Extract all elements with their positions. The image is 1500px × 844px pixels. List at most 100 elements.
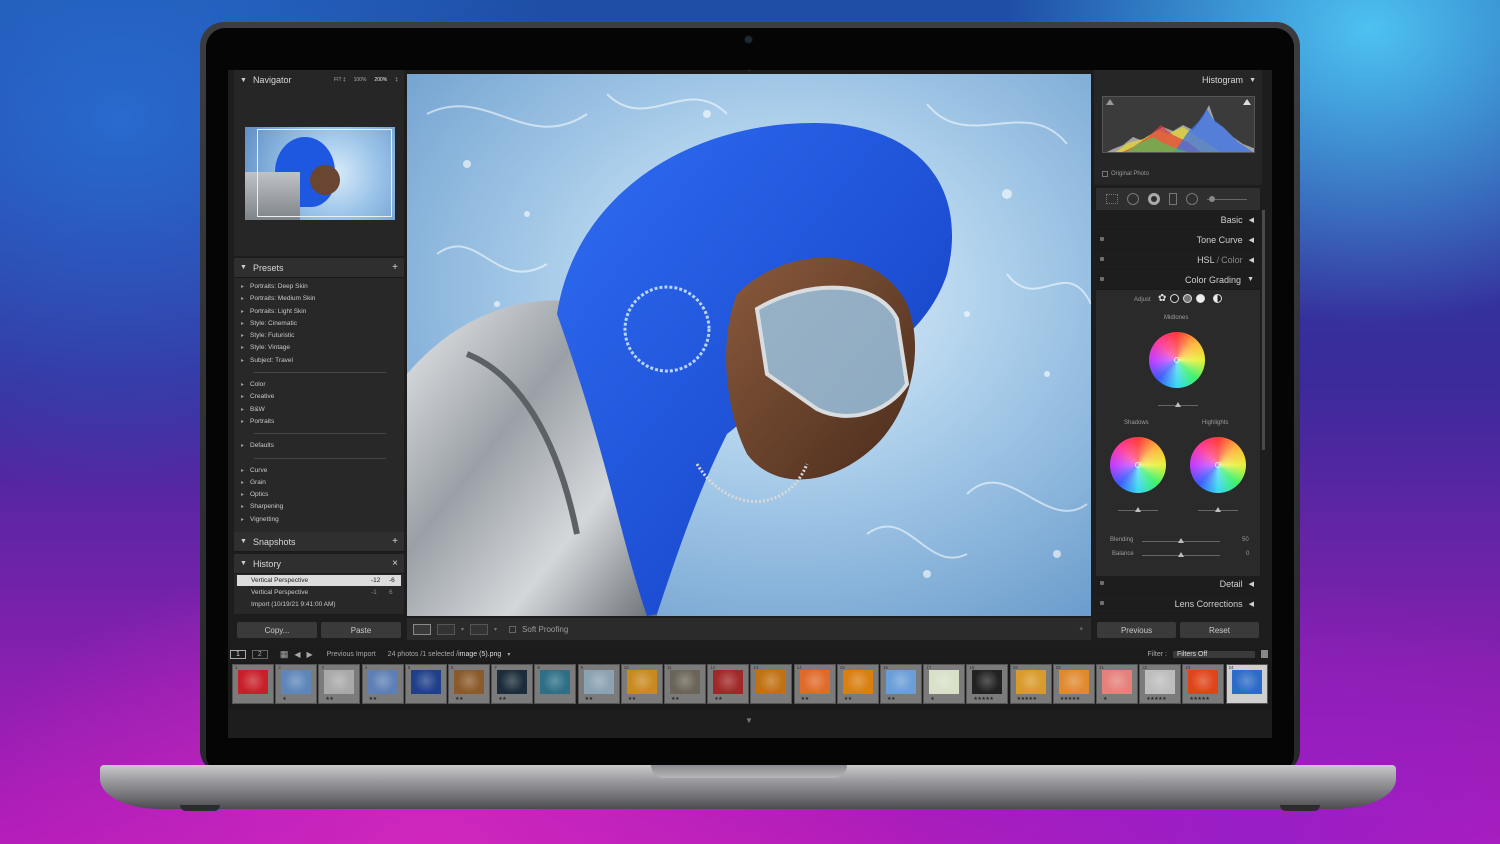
detail-section[interactable]: Detail ◀ (1096, 574, 1260, 594)
star-rating[interactable]: ★★ (801, 696, 809, 702)
three-way-icon[interactable]: ✿ (1158, 293, 1166, 304)
toolbar-menu-icon[interactable]: ▾ (1079, 625, 1083, 633)
red-eye-icon[interactable] (1148, 193, 1160, 205)
star-rating[interactable]: ★★★★★ (1060, 696, 1080, 702)
star-rating[interactable]: ★★ (585, 696, 593, 702)
midtones-luminance-slider[interactable] (1158, 402, 1198, 407)
snapshots-header[interactable]: ▼ Snapshots + (234, 532, 404, 552)
filmstrip-thumbnail[interactable]: 22 ★★★★★ (1139, 664, 1182, 704)
chevron-down-icon[interactable]: ▾ (507, 651, 510, 658)
preset-item[interactable]: Color (234, 379, 404, 392)
filmstrip-thumbnail[interactable]: 3 ★★ (318, 664, 361, 704)
preset-item[interactable]: Portraits: Medium Skin (234, 293, 404, 306)
before-after-icon[interactable] (437, 623, 455, 635)
filmstrip-thumbnail[interactable]: 7 ★★ (491, 664, 534, 704)
midtones-mode-icon[interactable] (1183, 294, 1193, 303)
star-rating[interactable]: ★★★★★ (1017, 696, 1037, 702)
tone-curve-section[interactable]: Tone Curve ◀ (1096, 230, 1260, 250)
filmstrip-thumbnail[interactable]: 1 (232, 664, 274, 704)
navigator-header[interactable]: ▼ Navigator FIT ‡ 100% 200% ‡ (234, 70, 404, 90)
lens-corrections-section[interactable]: Lens Corrections ◀ (1096, 594, 1260, 614)
preset-item[interactable]: Subject: Travel (234, 355, 404, 368)
filmstrip-thumbnail[interactable]: 6 ★★ (448, 664, 490, 704)
blending-slider[interactable] (1142, 538, 1220, 543)
forward-arrow-icon[interactable]: ▶ (306, 650, 312, 659)
star-rating[interactable]: ★★ (671, 696, 679, 702)
shadows-luminance-slider[interactable] (1118, 507, 1158, 512)
filmstrip-thumbnail[interactable]: 11 ★★ (664, 664, 706, 704)
star-rating[interactable]: ★ (1103, 696, 1107, 702)
preset-item[interactable]: Style: Cinematic (234, 318, 404, 331)
hsl-section[interactable]: HSL / Color ◀ (1096, 250, 1260, 270)
zoom-200[interactable]: 200% (374, 77, 387, 83)
filmstrip-thumbnail[interactable]: 4 ★★ (361, 664, 404, 704)
shadows-color-wheel[interactable] (1110, 437, 1166, 493)
star-rating[interactable]: ★★ (887, 696, 895, 702)
loupe-view-icon[interactable] (413, 623, 431, 635)
star-rating[interactable]: ★★★★★ (1189, 696, 1209, 702)
highlights-luminance-slider[interactable] (1198, 507, 1238, 512)
filmstrip-thumbnail[interactable]: 20 ★★★★★ (1052, 664, 1095, 704)
filmstrip-thumbnail[interactable]: 18 ★★★★★ (966, 664, 1009, 704)
reset-button[interactable]: Reset (1180, 622, 1259, 638)
highlights-color-wheel[interactable] (1190, 437, 1246, 493)
section-toggle-icon[interactable] (1100, 581, 1104, 585)
balance-slider[interactable] (1142, 552, 1220, 557)
section-toggle-icon[interactable] (1100, 277, 1104, 281)
preset-item[interactable]: Optics (234, 489, 404, 502)
secondary-display-button[interactable]: 2 (251, 649, 268, 659)
star-rating[interactable]: ★★ (325, 696, 333, 702)
section-toggle-icon[interactable] (1100, 237, 1104, 241)
preset-item[interactable]: Curve (234, 465, 404, 478)
back-arrow-icon[interactable]: ◀ (294, 650, 300, 659)
preset-item[interactable]: Vignetting (234, 514, 404, 527)
soft-proofing-checkbox[interactable] (509, 625, 517, 633)
top-panel-toggle-icon[interactable]: ▼ (745, 70, 753, 73)
star-rating[interactable]: ★★ (844, 696, 852, 702)
filmstrip-thumbnail[interactable]: 13 (750, 664, 793, 704)
filmstrip-thumbnail[interactable]: 9 ★★ (577, 664, 620, 704)
preset-item[interactable]: Portraits: Deep Skin (234, 281, 404, 294)
star-rating[interactable]: ★★ (498, 696, 506, 702)
filmstrip-thumbnail[interactable]: 10 ★★ (620, 664, 663, 704)
shadow-clipping-icon[interactable] (1106, 99, 1114, 105)
section-toggle-icon[interactable] (1100, 601, 1104, 605)
filmstrip-thumbnail[interactable]: 12 ★★ (707, 664, 750, 704)
balance-value[interactable]: 0 (1246, 551, 1249, 557)
filmstrip-thumbnail[interactable]: 8 (534, 664, 577, 704)
star-rating[interactable]: ★★ (369, 696, 377, 702)
preset-item[interactable]: Portraits (234, 416, 404, 429)
preset-item[interactable]: B&W (234, 404, 404, 417)
zoom-menu[interactable]: ‡ (395, 77, 398, 83)
preset-item[interactable]: Style: Futuristic (234, 330, 404, 343)
preset-item[interactable]: Grain (234, 477, 404, 490)
history-item[interactable]: Import (10/19/21 9:41:00 AM) (237, 599, 401, 610)
preset-item[interactable]: Style: Vintage (234, 342, 404, 355)
preset-item[interactable]: Defaults (234, 440, 404, 453)
source-label[interactable]: Previous Import (327, 651, 376, 658)
filmstrip-thumbnail[interactable]: 14 ★★ (793, 664, 836, 704)
preset-item[interactable]: Creative (234, 391, 404, 404)
star-rating[interactable]: ★★ (628, 696, 636, 702)
global-mode-icon[interactable] (1213, 294, 1223, 303)
midtones-color-wheel[interactable] (1149, 332, 1205, 388)
highlight-clipping-icon[interactable] (1243, 99, 1251, 105)
filmstrip-thumbnail[interactable]: 16 ★★ (880, 664, 922, 704)
star-rating[interactable]: ★★★★★ (1146, 696, 1166, 702)
shadows-mode-icon[interactable] (1170, 294, 1180, 303)
filmstrip-thumbnail[interactable]: 21 ★ (1096, 664, 1138, 704)
history-header[interactable]: ▼ History × (234, 554, 404, 574)
masking-icon[interactable] (1169, 193, 1177, 205)
blending-value[interactable]: 50 (1242, 537, 1249, 543)
filmstrip-thumbnail[interactable]: 17 ★ (923, 664, 966, 704)
histogram-header[interactable]: Histogram ▼ (1094, 70, 1262, 90)
star-rating[interactable]: ★★★★★ (973, 696, 993, 702)
main-photo[interactable] (407, 74, 1091, 616)
chevron-down-icon[interactable]: ▾ (494, 626, 497, 633)
navigator-thumbnail[interactable] (245, 127, 395, 220)
grid-view-icon[interactable]: ▦ (280, 649, 289, 660)
zoom-fit[interactable]: FIT ‡ (334, 77, 346, 83)
history-item-selected[interactable]: Vertical Perspective -12 -6 (237, 575, 401, 586)
right-panel-scrollbar[interactable] (1262, 210, 1265, 450)
clear-history-icon[interactable]: × (392, 558, 398, 569)
